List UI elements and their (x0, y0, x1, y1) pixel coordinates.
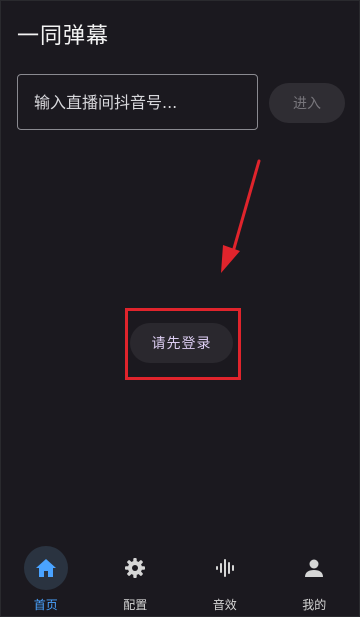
person-icon (305, 559, 324, 577)
nav-label-home: 首页 (33, 598, 58, 612)
login-button[interactable]: 请先登录 (130, 323, 233, 363)
gear-icon-container (113, 546, 157, 590)
home-icon (35, 559, 56, 577)
gear-icon (125, 558, 146, 578)
nav-label-mine: 我的 (302, 598, 327, 612)
sound-wave-icon (215, 559, 234, 577)
nav-label-config: 配置 (123, 598, 148, 612)
page-title: 一同弹幕 (17, 24, 110, 49)
nav-item-mine[interactable]: 我的 (270, 538, 360, 616)
nav-item-config[interactable]: 配置 (91, 538, 181, 616)
bottom-navigation: 首页 配置 音效 我的 (1, 538, 359, 616)
nav-item-home[interactable]: 首页 (1, 538, 91, 616)
app-screen: 一同弹幕 进入 请先登录 首页 (0, 0, 360, 617)
nav-label-sound: 音效 (212, 598, 237, 612)
nav-item-sound[interactable]: 音效 (180, 538, 270, 616)
person-icon-container (292, 546, 336, 590)
sound-wave-icon-container (203, 546, 247, 590)
enter-button[interactable]: 进入 (269, 83, 345, 123)
room-id-input[interactable] (17, 74, 258, 130)
home-icon-container (23, 546, 68, 590)
